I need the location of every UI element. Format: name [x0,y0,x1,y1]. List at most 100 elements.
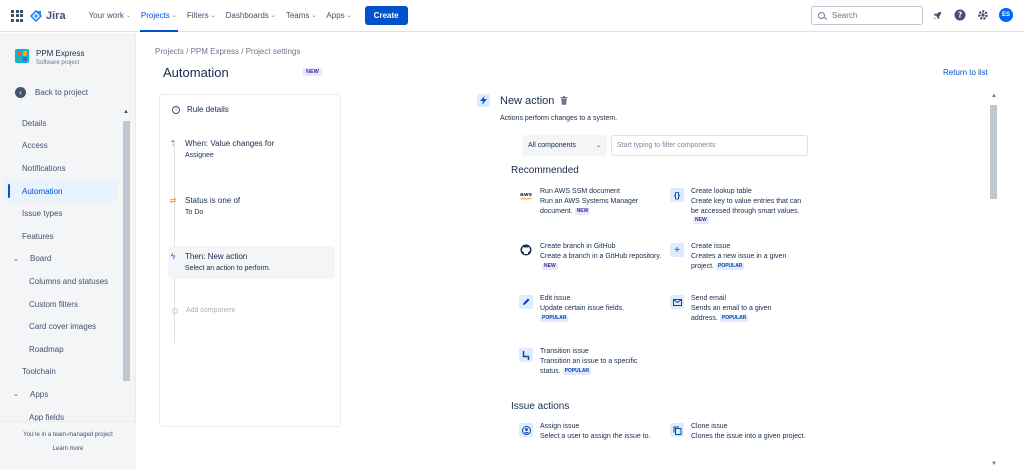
settings-icon[interactable] [976,8,990,22]
rocket-icon [933,11,941,19]
nav-projects[interactable]: Projects ⌄ [136,0,182,32]
component-edit-issue[interactable]: Edit issue Update certain issue fields. … [519,294,669,323]
project-avatar-icon [15,49,29,63]
sidebar-item-details[interactable]: Details [0,112,120,135]
jira-logo[interactable]: Jira [30,9,66,22]
avatar[interactable]: ES [999,8,1013,22]
nav-filters[interactable]: Filters ⌄ [182,0,221,32]
rule-details-item[interactable]: i Rule details [172,105,229,114]
search-box[interactable] [811,6,923,25]
new-badge: NEW [693,217,709,225]
nav-your-work-label: Your work [88,11,124,20]
project-name: PPM Express [36,49,85,58]
component-name: Create lookup table [691,188,752,195]
add-component-label: Add component [186,307,236,314]
app-switcher-icon[interactable] [11,9,23,22]
learn-more-link[interactable]: Learn more [0,446,136,452]
rule-step-condition[interactable]: ⇄ Status is one of To Do [168,195,241,218]
nav-apps[interactable]: Apps ⌄ [321,0,356,32]
top-actions: ? ES [930,8,1013,22]
scroll-up-icon[interactable]: ▲ [991,93,997,99]
chevron-down-icon: ⌄ [311,13,317,19]
sidebar-item-custom-filters[interactable]: Custom filters [0,293,120,316]
main-menu: Your work ⌄ Projects ⌄ Filters ⌄ Dashboards… [84,0,408,32]
component-description: Select a user to assign the issue to. [540,432,651,440]
component-filter-input[interactable]: Start typing to filter components [611,135,808,156]
sidebar-item-board[interactable]: ⌄ Board [0,248,120,271]
component-assign-issue[interactable]: Assign issue Select a user to assign the… [519,422,669,442]
question-icon: ? [954,9,966,21]
search-input[interactable] [832,11,912,20]
component-clone-issue[interactable]: Clone issue Clones the issue into a give… [670,422,820,442]
sidebar-item-label: Apps [30,389,49,399]
nav-teams[interactable]: Teams ⌄ [281,0,322,32]
sidebar-item-label: Toolchain [22,367,56,377]
component-name: Create branch in GitHub [540,243,616,250]
aws-icon: aws [519,188,533,202]
add-component-button[interactable]: Add component [172,307,235,314]
rule-step-subtitle: Select an action to perform. [185,265,271,272]
sidebar-item-notifications[interactable]: Notifications [0,157,120,180]
sidebar-item-features[interactable]: Features [0,225,120,248]
trigger-icon: ⇡ [169,138,177,148]
nav-dashboards[interactable]: Dashboards ⌄ [221,0,281,32]
create-button[interactable]: Create [364,6,408,25]
sidebar-item-label: Board [30,254,52,264]
gear-icon [978,10,988,20]
settings-menu: Details Access Notifications Automation … [0,112,120,428]
sidebar-item-label: Details [22,118,47,128]
scroll-down-icon[interactable]: ▼ [991,461,997,467]
sidebar-item-issue-types[interactable]: Issue types [0,202,120,225]
rule-step-trigger[interactable]: ⇡ When: Value changes for Assignee [168,138,275,161]
component-run-aws-ssm[interactable]: aws Run AWS SSM document Run an AWS Syst… [519,187,669,216]
component-description: Create key to value entries that can be … [691,197,802,215]
sidebar-item-apps[interactable]: ⌄ Apps [0,383,120,406]
component-create-lookup-table[interactable]: {} Create lookup table Create key to val… [670,187,820,226]
sidebar-scrollbar[interactable]: ▲ ▼ [121,109,132,454]
sidebar-item-access[interactable]: Access [0,135,120,158]
popular-badge: POPULAR [715,262,745,270]
return-to-list-link[interactable]: Return to list [943,68,988,77]
action-title: New action [500,94,555,107]
sidebar-item-label: Columns and statuses [29,276,109,286]
component-send-email[interactable]: Send email Sends an email to a given add… [670,294,820,323]
sidebar-item-card-cover-images[interactable]: Card cover images [0,315,120,338]
component-type-select[interactable]: All components ⌄ [522,135,607,156]
scrollbar-thumb[interactable] [123,121,130,381]
sidebar-item-columns-and-statuses[interactable]: Columns and statuses [0,270,120,293]
sidebar-footer: You're in a team-managed project Learn m… [0,421,136,469]
clone-icon [670,423,684,437]
jira-logo-text: Jira [46,9,66,22]
search-icon [818,12,825,19]
sidebar-item-label: Custom filters [29,299,78,309]
svg-text:?: ? [958,11,962,20]
component-create-issue[interactable]: + Create issue Creates a new issue in a … [670,242,820,271]
sidebar-item-label: Issue types [22,209,63,219]
project-header[interactable]: PPM Express Software project [15,49,84,66]
chevron-down-icon: ⌄ [125,13,131,19]
scroll-up-icon[interactable]: ▲ [123,109,129,115]
nav-your-work[interactable]: Your work ⌄ [84,0,136,32]
plus-icon: + [670,243,684,257]
arrow-left-icon: ‹ [15,87,26,98]
nav-projects-label: Projects [140,11,170,20]
notifications-icon[interactable] [930,8,944,22]
component-name: Assign issue [540,423,580,430]
sidebar-item-roadmap[interactable]: Roadmap [0,338,120,361]
back-to-project-label: Back to project [35,88,88,97]
component-create-branch-github[interactable]: Create branch in GitHub Create a branch … [519,242,669,271]
component-transition-issue[interactable]: Transition issue Transition an issue to … [519,347,669,376]
scrollbar-thumb[interactable] [990,105,997,199]
back-to-project-button[interactable]: ‹ Back to project [15,87,88,98]
main-scrollbar[interactable]: ▲ ▼ [988,93,1000,467]
sidebar-item-label: Access [22,141,48,151]
trash-icon[interactable] [560,96,568,105]
sidebar-item-automation[interactable]: Automation [4,179,118,203]
team-managed-note: You're in a team-managed project [23,432,113,438]
breadcrumb[interactable]: Projects / PPM Express / Project setting… [155,47,300,56]
rule-step-title: When: Value changes for [185,139,275,148]
help-icon[interactable]: ? [953,8,967,22]
rule-step-action[interactable]: ϟ Then: New action Select an action to p… [168,246,335,279]
sidebar-item-toolchain[interactable]: Toolchain [0,361,120,384]
chevron-down-icon: ⌄ [13,255,19,263]
